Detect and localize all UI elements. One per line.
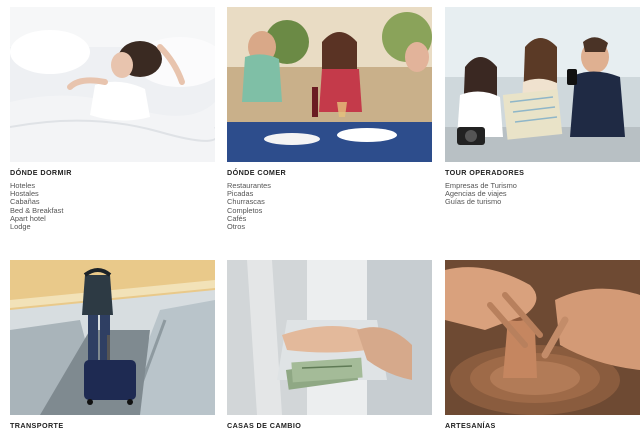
dining-friends-photo[interactable] [227,7,432,162]
card-title[interactable]: DÓNDE DORMIR [10,168,72,177]
card-title[interactable]: TRANSPORTE [10,421,64,430]
card-title[interactable]: CASAS DE CAMBIO [227,421,301,430]
tourists-map-photo[interactable] [445,7,640,162]
link-guias-turismo[interactable]: Guías de turismo [445,198,517,206]
bed-image [10,7,215,162]
pottery-wheel-photo[interactable] [445,260,640,415]
card-title[interactable]: TOUR OPERADORES [445,168,524,177]
airport-walkway-photo[interactable] [10,260,215,415]
link-list: Empresas de Turismo Agencias de viajes G… [445,181,517,207]
tourists-image [445,7,640,162]
card-title[interactable]: DÓNDE COMER [227,168,286,177]
link-lodge[interactable]: Lodge [10,222,63,231]
sleeping-woman-photo[interactable] [10,7,215,162]
restaurant-image [227,7,432,162]
artesania-image [445,260,640,415]
transport-image [10,260,215,415]
card-title[interactable]: ARTESANÍAS [445,421,496,430]
link-otros[interactable]: Otros [227,222,271,231]
exchange-image [227,260,432,415]
currency-exchange-photo[interactable] [227,260,432,415]
link-list: Hoteles Hostales Cabañas Bed & Breakfast… [10,181,63,231]
link-list: Restaurantes Picadas Churrascas Completo… [227,181,271,231]
